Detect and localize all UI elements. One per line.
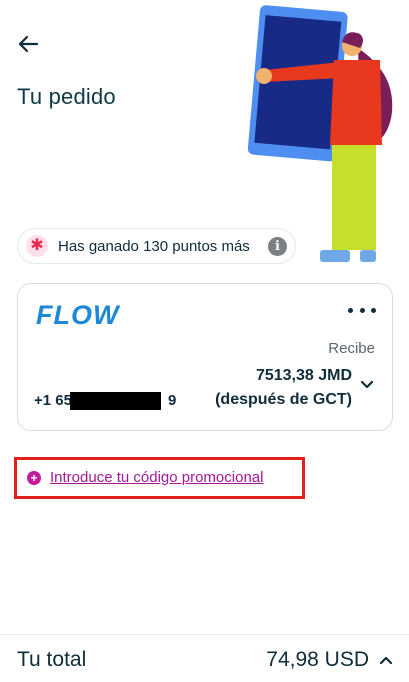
page-title: Tu pedido [17, 84, 116, 109]
divider [0, 634, 409, 635]
points-text: Has ganado 130 puntos más [58, 237, 250, 255]
back-button[interactable] [12, 30, 44, 58]
total-value: 74,98 USD [266, 648, 369, 671]
total-label: Tu total [17, 648, 87, 671]
dot-icon [348, 307, 353, 313]
dot-icon [359, 307, 365, 313]
dot-icon [371, 307, 376, 313]
phone-prefix: +1 65 [34, 392, 72, 409]
arrow-left-icon [18, 35, 39, 53]
chevron-up-icon[interactable] [379, 655, 393, 665]
info-icon[interactable]: i [268, 236, 287, 256]
more-options-button[interactable] [348, 302, 376, 318]
amount-note: (después de GCT) [215, 391, 352, 408]
promo-code-text: Introduce tu código promocional [50, 469, 264, 486]
amount-value: 7513,38 JMD [255, 367, 352, 384]
points-earned-badge: ✱ Has ganado 130 puntos más i [17, 228, 296, 264]
receive-amount: 7513,38 JMD (después de GCT) [215, 364, 352, 412]
plus-icon: + [27, 470, 41, 485]
chevron-down-icon[interactable] [360, 380, 374, 390]
flow-logo: FLOW [36, 300, 120, 330]
promo-code-link[interactable]: + Introduce tu código promocional [27, 469, 263, 486]
order-item-card: FLOW Recibe 7513,38 JMD (después de GCT)… [17, 283, 393, 431]
promo-code-highlight: + Introduce tu código promocional [14, 457, 305, 499]
redacted-block [70, 392, 161, 410]
receive-label: Recibe [328, 340, 375, 357]
phone-suffix: 9 [167, 392, 177, 409]
order-page: Tu pedido ✱ Has ganado 130 puntos más i … [0, 0, 409, 682]
star-icon: ✱ [26, 235, 48, 257]
